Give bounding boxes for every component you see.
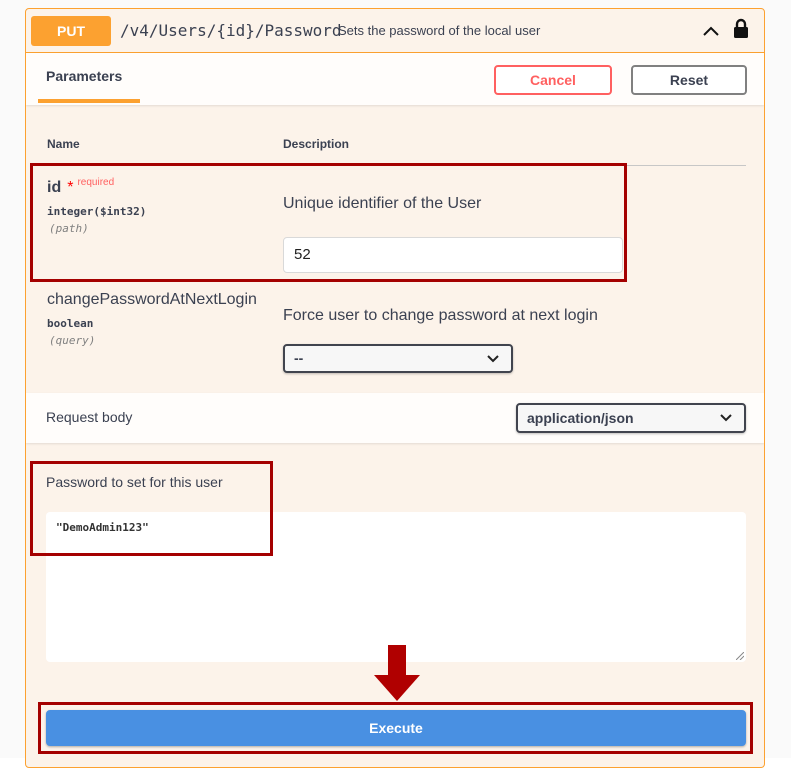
content-type-selected: application/json (527, 410, 634, 426)
chevron-up-icon[interactable] (702, 22, 720, 40)
resize-handle-icon[interactable] (736, 652, 744, 660)
column-header-description: Description (283, 137, 350, 151)
chevron-down-icon (487, 355, 499, 363)
http-method-badge: PUT (31, 16, 111, 46)
content-type-select[interactable]: application/json (516, 403, 746, 433)
param-change-password-description: Force user to change password at next lo… (283, 307, 598, 324)
parameters-header: Parameters Cancel Reset (26, 53, 764, 105)
tab-parameters[interactable]: Parameters (46, 68, 122, 84)
request-body-label: Request body (46, 409, 133, 425)
highlight-request-body (30, 461, 273, 556)
param-change-password-name: changePasswordAtNextLogin (47, 291, 257, 308)
change-password-select[interactable]: -- (283, 344, 513, 373)
param-change-password-location: (query) (49, 334, 96, 347)
arrow-down-icon (374, 645, 420, 701)
highlight-execute-button (38, 702, 753, 754)
highlight-id-param (30, 163, 627, 282)
tab-active-indicator (38, 99, 140, 103)
endpoint-path: /v4/Users/{id}/Password (120, 21, 342, 40)
operation-summary-text: Sets the password of the local user (338, 23, 541, 38)
reset-button[interactable]: Reset (631, 65, 747, 95)
lock-icon[interactable] (732, 18, 750, 40)
chevron-down-icon (720, 414, 732, 422)
param-change-password-type: boolean (47, 317, 94, 330)
cancel-button[interactable]: Cancel (494, 65, 612, 95)
column-header-name: Name (47, 137, 80, 151)
change-password-selected: -- (294, 350, 304, 366)
operation-summary[interactable]: PUT /v4/Users/{id}/Password Sets the pas… (26, 9, 764, 53)
request-body-header: Request body application/json (26, 393, 764, 443)
